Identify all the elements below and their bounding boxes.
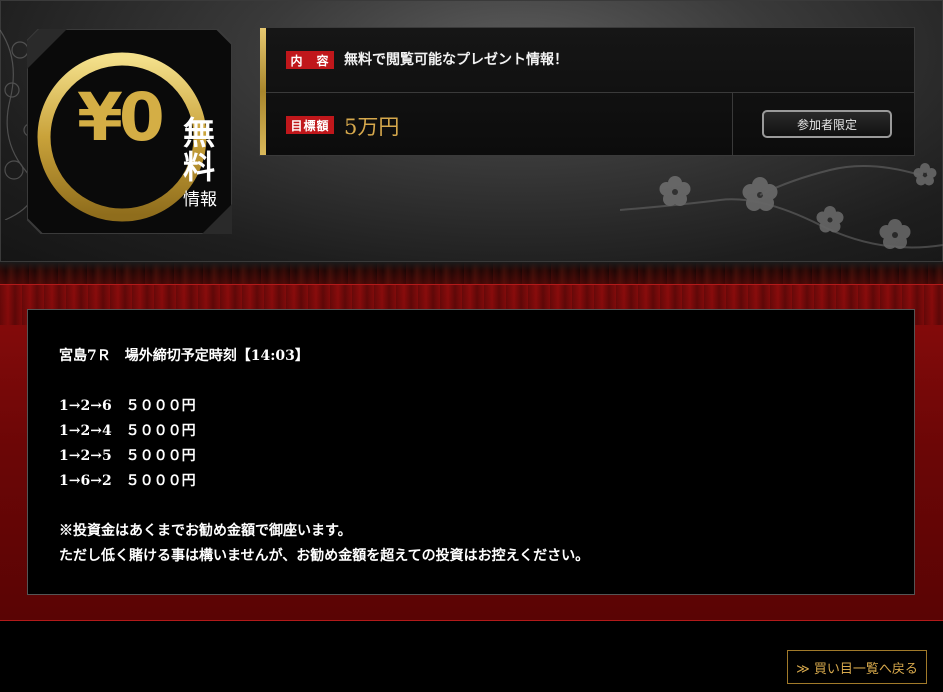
content-tag: 内 容 — [286, 51, 334, 69]
note-line: ただし低く賭ける事は構いませんが、お勧め金額を超えての投資はお控えください。 — [59, 548, 590, 564]
row-divider — [732, 93, 733, 155]
race-info-line: 宮島7Ｒ 場外締切予定時刻【14:03】 — [59, 348, 309, 364]
message-text: 宮島7Ｒ 場外締切予定時刻【14:03】 1→2→6 ５０００円 1→2→4 ５… — [59, 344, 589, 569]
bet-line: 1→2→6 ５０００円 — [59, 398, 196, 414]
free-info-badge: ¥0 無 料 情報 — [26, 28, 233, 235]
content-row: 内 容 無料で閲覧可能なプレゼント情報！ — [266, 28, 914, 93]
bet-line: 1→2→4 ５０００円 — [59, 423, 196, 439]
yen-zero-text: ¥0 — [77, 79, 165, 156]
header: ¥0 無 料 情報 内 容 無料で閲覧可能なプレゼント情報！ 目標額 5万円 参… — [0, 0, 943, 262]
target-row: 目標額 5万円 参加者限定 — [266, 93, 914, 155]
info-panel: 内 容 無料で閲覧可能なプレゼント情報！ 目標額 5万円 参加者限定 — [259, 27, 915, 156]
free-label-char-1: 無 — [183, 114, 216, 152]
free-label-char-2: 料 — [183, 148, 216, 186]
info-label: 情報 — [183, 190, 217, 210]
target-tag: 目標額 — [286, 116, 334, 134]
back-to-list-button[interactable]: ≫ 買い目一覧へ戻る — [787, 650, 927, 684]
note-line: ※投資金はあくまでお勧め金額で御座います。 — [59, 523, 352, 539]
bet-line: 1→6→2 ５０００円 — [59, 473, 196, 489]
message-box: 宮島7Ｒ 場外締切予定時刻【14:03】 1→2→6 ５０００円 1→2→4 ５… — [27, 309, 915, 595]
plum-blossom-decoration-right — [620, 163, 943, 249]
bet-line: 1→2→5 ５０００円 — [59, 448, 196, 464]
target-amount: 5万円 — [344, 115, 400, 139]
curtain-band — [0, 262, 943, 284]
content-text: 無料で閲覧可能なプレゼント情報！ — [344, 52, 568, 68]
message-frame: 宮島7Ｒ 場外締切予定時刻【14:03】 1→2→6 ５０００円 1→2→4 ５… — [0, 284, 943, 621]
participant-limited-button[interactable]: 参加者限定 — [762, 110, 892, 138]
